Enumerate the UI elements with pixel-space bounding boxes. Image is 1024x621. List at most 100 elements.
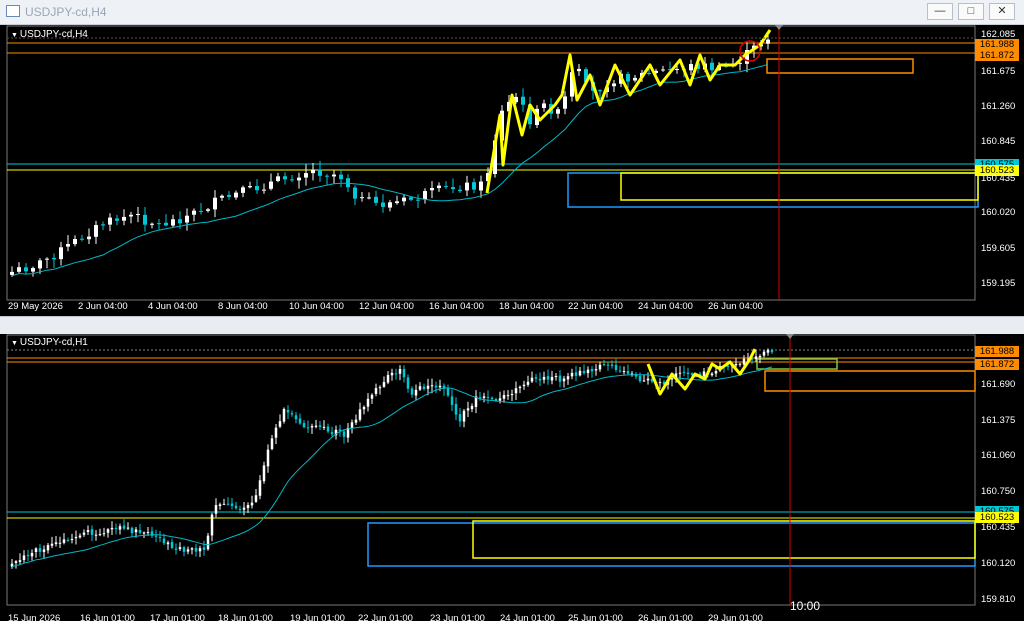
candle-body <box>409 197 413 200</box>
candle-body <box>162 538 166 544</box>
candle-body <box>614 365 618 370</box>
drawn-annotation <box>485 29 772 194</box>
candle-body <box>534 377 538 379</box>
candle-body <box>54 542 58 545</box>
time-axis-label: 29 May 2026 <box>8 301 63 312</box>
candle-body <box>178 547 182 550</box>
candle-body <box>522 384 526 387</box>
candle-body <box>378 387 382 389</box>
time-axis-label: 18 Jun 01:00 <box>218 613 273 621</box>
candle-body <box>506 395 510 397</box>
candle-body <box>479 181 483 191</box>
candle-body <box>502 395 506 399</box>
chart-h1-canvas[interactable] <box>0 334 1024 621</box>
candle-body <box>98 534 102 536</box>
candle-body <box>647 72 651 74</box>
candle-body <box>388 202 392 208</box>
close-button[interactable]: ✕ <box>989 3 1015 20</box>
candle-body <box>598 364 602 370</box>
candle-body <box>126 527 130 529</box>
candle-body <box>710 62 714 71</box>
candle-body <box>210 514 214 536</box>
candle-body <box>538 378 542 381</box>
candle-body <box>250 502 254 506</box>
time-axis-label: 18 Jun 04:00 <box>499 301 554 312</box>
candle-body <box>526 381 530 385</box>
chart-h1-panel[interactable]: USDJPY-cd,H1 161.988 161.872 161.690 161… <box>0 334 1024 621</box>
time-axis-label: 16 Jun 01:00 <box>80 613 135 621</box>
candle-body <box>102 533 106 535</box>
candle-body <box>366 398 370 407</box>
time-axis-label: 23 Jun 01:00 <box>430 613 485 621</box>
candle-body <box>70 538 74 541</box>
price-axis-label: 160.120 <box>981 558 1016 569</box>
candle-body <box>24 267 28 272</box>
candle-body <box>17 267 21 272</box>
candle-body <box>689 64 693 71</box>
candle-body <box>276 176 280 181</box>
time-axis-label: 19 Jun 01:00 <box>290 613 345 621</box>
candle-body <box>482 396 486 398</box>
candle-body <box>766 39 770 44</box>
candle-body <box>762 351 766 356</box>
candle-body <box>194 547 198 552</box>
candle-body <box>146 532 150 534</box>
candle-body <box>394 373 398 375</box>
candle-body <box>462 410 466 422</box>
candle-body <box>202 547 206 550</box>
candle-body <box>10 271 14 275</box>
candle-body <box>350 422 354 428</box>
candle-body <box>185 215 189 223</box>
chart-h1-titlebar <box>0 316 1024 336</box>
candle-body <box>770 350 774 353</box>
price-tag-orange: 161.872 <box>975 50 1019 61</box>
price-axis-label: 160.435 <box>981 173 1016 184</box>
candle-body <box>294 415 298 420</box>
chart-h4-panel[interactable]: USDJPY-cd,H4 162.085 161.988 161.872 161… <box>0 25 1024 316</box>
candle-body <box>558 375 562 382</box>
candle-body <box>758 356 762 358</box>
candle-body <box>311 169 315 174</box>
candle-body <box>198 548 202 552</box>
candle-body <box>465 182 469 191</box>
candle-body <box>38 260 42 269</box>
candle-body <box>418 386 422 390</box>
candle-body <box>186 549 190 552</box>
candle-body <box>446 388 450 396</box>
candle-body <box>675 68 679 70</box>
chart-symbol-label: USDJPY-cd,H1 <box>11 337 88 348</box>
chart-h4-canvas[interactable] <box>0 25 1024 316</box>
zone-rectangle <box>766 58 914 74</box>
candle-body <box>406 377 410 389</box>
candle-body <box>582 370 586 374</box>
minimize-button[interactable]: — <box>927 3 953 20</box>
candle-body <box>86 530 90 533</box>
candle-body <box>423 191 427 200</box>
candle-body <box>682 371 686 373</box>
candle-body <box>106 529 110 533</box>
candle-body <box>73 238 77 245</box>
candle-body <box>563 96 567 109</box>
candle-body <box>213 197 217 210</box>
candle-body <box>494 398 498 401</box>
candle-body <box>118 526 122 530</box>
maximize-button[interactable]: □ <box>958 3 984 20</box>
candle-body <box>562 378 566 382</box>
candle-body <box>726 365 730 368</box>
candle-body <box>386 374 390 383</box>
candle-body <box>220 195 224 198</box>
candle-body <box>754 356 758 360</box>
candle-body <box>274 427 278 438</box>
candle-body <box>298 418 302 424</box>
time-axis-label: 16 Jun 04:00 <box>429 301 484 312</box>
zone-rectangle <box>764 370 976 392</box>
candle-body <box>422 386 426 390</box>
time-cursor-label: 10:00 <box>790 599 821 613</box>
candle-body <box>362 406 366 410</box>
candle-body <box>34 548 38 552</box>
candle-body <box>283 176 287 180</box>
candle-body <box>87 236 91 240</box>
price-axis-label: 160.750 <box>981 486 1016 497</box>
candle-body <box>606 364 610 366</box>
candle-body <box>182 547 186 552</box>
